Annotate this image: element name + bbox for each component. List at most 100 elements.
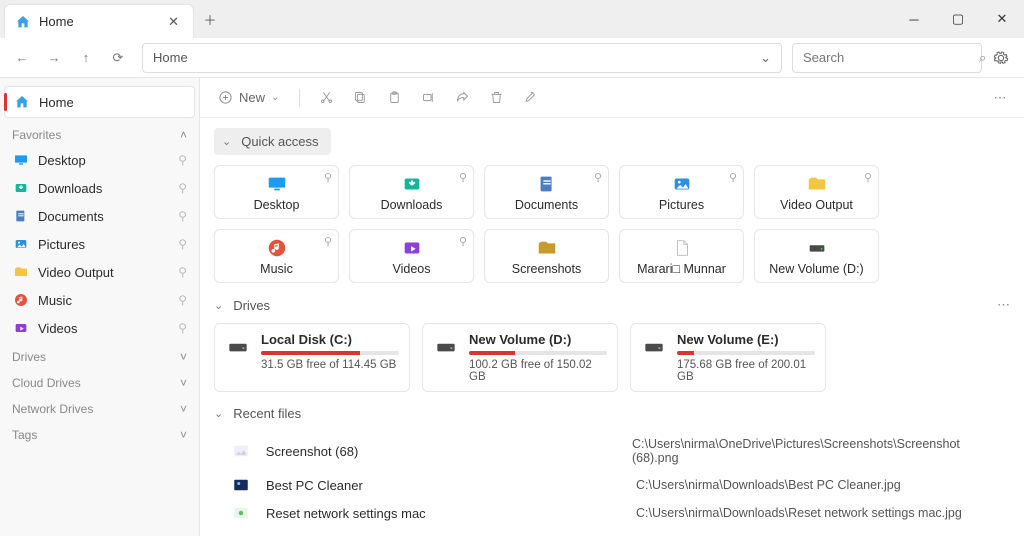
chevron-down-icon: ⌄ [214,407,223,420]
sidebar-item-pictures[interactable]: Pictures ⚲ [0,230,199,258]
pin-icon[interactable]: ⚲ [178,237,187,251]
sidebar-item-music[interactable]: Music ⚲ [0,286,199,314]
pin-icon[interactable]: ⚲ [864,171,872,184]
sidebar-item-downloads[interactable]: Downloads ⚲ [0,174,199,202]
sidebar-section-favorites[interactable]: Favorites ˄ [0,120,199,146]
tab-close-button[interactable]: ✕ [164,12,183,32]
quick-access-marari-munnar[interactable]: Marari□ Munnar [619,229,744,283]
quick-access-music[interactable]: ⚲ Music [214,229,339,283]
delete-button[interactable] [482,84,510,112]
quick-access-screenshots[interactable]: Screenshots [484,229,609,283]
drive-icon [806,237,828,259]
toolbar: New ⌄ ⋯ [200,78,1024,118]
recent-file-row[interactable]: Reset network settings mac C:\Users\nirm… [214,499,1010,527]
drive-free-text: 100.2 GB free of 150.02 GB [469,359,607,383]
recent-header[interactable]: ⌄ Recent files [214,406,1010,421]
sidebar-item-videos[interactable]: Videos ⚲ [0,314,199,342]
refresh-button[interactable]: ⟳ [104,44,132,72]
pin-icon[interactable]: ⚲ [178,265,187,279]
minimize-button[interactable]: ─ [892,0,936,38]
drive-usage-bar [261,351,399,355]
sidebar-item-label: Music [38,293,72,308]
pin-icon[interactable]: ⚲ [178,181,187,195]
section-quick-access: ⌄ Quick access ⚲ Desktop ⚲ Downloads ⚲ D… [200,118,1024,287]
drives-more-button[interactable]: ⋯ [997,297,1010,313]
sidebar-item-label: Downloads [38,181,102,196]
tile-label: Downloads [381,198,443,212]
share-button[interactable] [448,84,476,112]
drive-free-text: 31.5 GB free of 114.45 GB [261,359,399,371]
downloads-icon [401,173,423,195]
pin-icon[interactable]: ⚲ [178,321,187,335]
recent-file-row[interactable]: Best PC Cleaner C:\Users\nirma\Downloads… [214,471,1010,499]
desktop-icon [12,151,30,169]
sidebar-item-documents[interactable]: Documents ⚲ [0,202,199,230]
properties-button[interactable] [516,84,544,112]
pin-icon[interactable]: ⚲ [324,171,332,184]
new-tab-button[interactable]: ＋ [194,0,226,38]
drive-usage-bar [677,351,815,355]
pin-icon[interactable]: ⚲ [178,153,187,167]
quick-access-pictures[interactable]: ⚲ Pictures [619,165,744,219]
pin-icon[interactable]: ⚲ [459,235,467,248]
chevron-down-icon: ˅ [180,402,187,416]
quick-access-header[interactable]: ⌄ Quick access [214,128,331,155]
cut-button[interactable] [312,84,340,112]
pictures-icon [12,235,30,253]
recent-file-row[interactable]: Screenshot (68) C:\Users\nirma\OneDrive\… [214,431,1010,471]
search-box[interactable]: ⌕ [792,43,982,73]
pin-icon[interactable]: ⚲ [178,209,187,223]
close-window-button[interactable]: ✕ [980,0,1024,38]
videos-icon [401,237,423,259]
quick-access-downloads[interactable]: ⚲ Downloads [349,165,474,219]
sidebar-section-network-drives[interactable]: Network Drives ˅ [0,394,199,420]
image-dark-icon [232,477,252,493]
drive-new-volume-d-[interactable]: New Volume (D:) 100.2 GB free of 150.02 … [422,323,618,392]
sidebar-section-cloud-drives[interactable]: Cloud Drives ˅ [0,368,199,394]
image-green-icon [232,505,252,521]
quick-access-desktop[interactable]: ⚲ Desktop [214,165,339,219]
new-button[interactable]: New ⌄ [210,86,287,109]
home-icon [15,14,31,30]
folder-yellow-icon [12,263,30,281]
quick-access-documents[interactable]: ⚲ Documents [484,165,609,219]
drive-local-disk-c-[interactable]: Local Disk (C:) 31.5 GB free of 114.45 G… [214,323,410,392]
pin-icon[interactable]: ⚲ [178,293,187,307]
recent-file-path: C:\Users\nirma\OneDrive\Pictures\Screens… [632,437,1006,465]
sidebar-item-desktop[interactable]: Desktop ⚲ [0,146,199,174]
search-input[interactable] [803,50,979,65]
forward-button[interactable]: → [40,44,68,72]
up-button[interactable]: ↑ [72,44,100,72]
back-button[interactable]: ← [8,44,36,72]
sidebar-item-label: Videos [38,321,78,336]
quick-access-videos[interactable]: ⚲ Videos [349,229,474,283]
sidebar-home[interactable]: Home [4,86,195,118]
folder-yellow-icon [806,173,828,195]
pin-icon[interactable]: ⚲ [729,171,737,184]
quick-access-new-volume-d-[interactable]: New Volume (D:) [754,229,879,283]
quick-access-video-output[interactable]: ⚲ Video Output [754,165,879,219]
settings-button[interactable] [986,43,1016,73]
sidebar-section-tags[interactable]: Tags ˅ [0,420,199,446]
drives-header[interactable]: ⌄ Drives ⋯ [214,297,1010,313]
address-dropdown-icon[interactable]: ⌄ [760,50,771,66]
drive-icon [641,334,667,360]
rename-button[interactable] [414,84,442,112]
pin-icon[interactable]: ⚲ [324,235,332,248]
address-bar[interactable]: Home ⌄ [142,43,782,73]
home-icon [13,93,31,111]
pin-icon[interactable]: ⚲ [459,171,467,184]
paste-button[interactable] [380,84,408,112]
sidebar-section-drives[interactable]: Drives ˅ [0,342,199,368]
drive-icon [225,334,251,360]
drive-new-volume-e-[interactable]: New Volume (E:) 175.68 GB free of 200.01… [630,323,826,392]
pin-icon[interactable]: ⚲ [594,171,602,184]
tile-label: Music [260,262,293,276]
chevron-down-icon: ˅ [180,350,187,364]
copy-button[interactable] [346,84,374,112]
window-controls: ─ ▢ ✕ [892,0,1024,38]
sidebar-item-video-output[interactable]: Video Output ⚲ [0,258,199,286]
more-button[interactable]: ⋯ [986,84,1014,112]
tab-home[interactable]: Home ✕ [4,4,194,38]
maximize-button[interactable]: ▢ [936,0,980,38]
